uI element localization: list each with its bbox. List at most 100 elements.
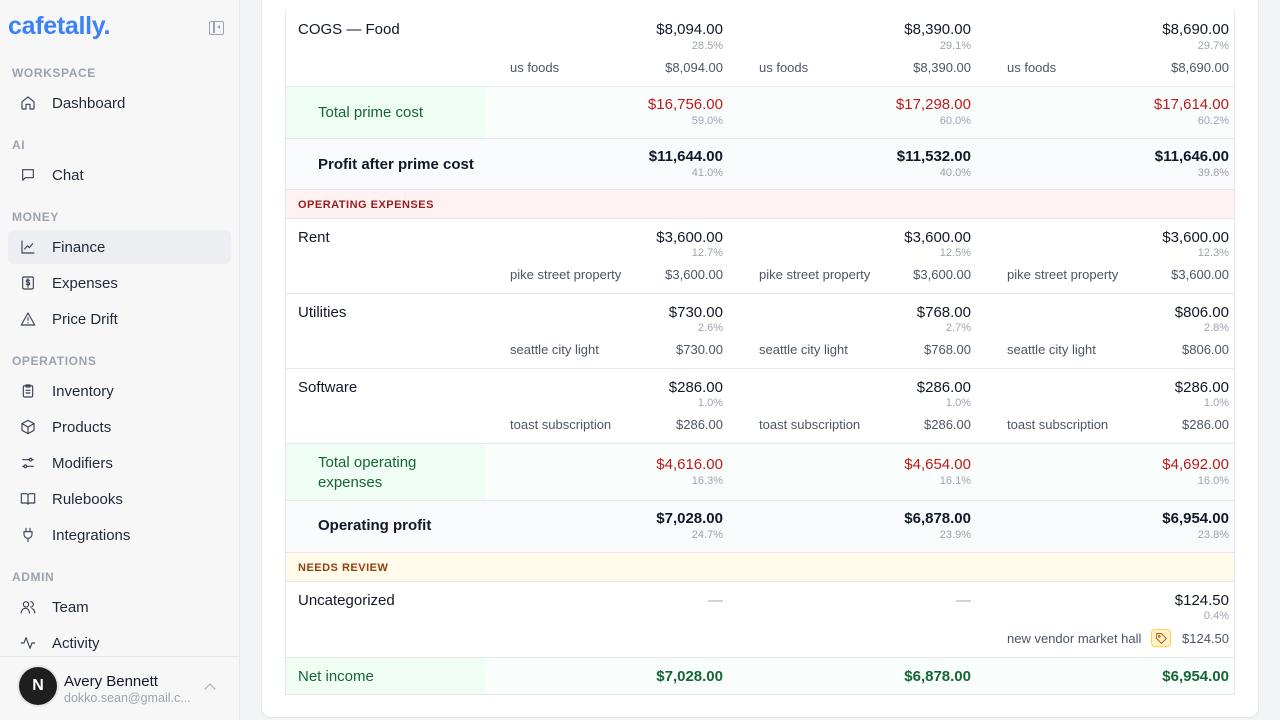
pct-col-1: 59.0% (691, 115, 723, 127)
book-icon (20, 493, 36, 505)
amount-col-2: $8,390.00 (904, 21, 971, 38)
table-row-cogs-food: COGS — Food $8,094.00 28.5% $8,390.00 29… (286, 11, 1234, 87)
row-label-line1: Total operating (318, 454, 417, 471)
pct-col-2: 60.0% (939, 115, 971, 127)
vendor-name: pike street property (510, 267, 622, 282)
vendor-name: us foods (1007, 60, 1057, 75)
section-label-ai: AI (12, 138, 26, 152)
vendor-name: new vendor market hall (1007, 631, 1142, 646)
amount-col-3: $124.50 (1174, 592, 1229, 609)
pnl-table: COGS — Food $8,094.00 28.5% $8,390.00 29… (285, 11, 1235, 695)
sidebar-item-expenses[interactable]: Expenses (8, 266, 231, 300)
sidebar-item-label: Price Drift (52, 310, 118, 328)
sidebar-item-label: Activity (52, 634, 100, 652)
table-row-uncategorized: Uncategorized — — $124.50 0.4% new vendo… (286, 582, 1234, 658)
sidebar-item-team[interactable]: Team (8, 590, 231, 624)
collapse-sidebar-icon[interactable] (209, 21, 224, 35)
user-menu[interactable]: N Avery Bennett dokko.sean@gmail.c... (0, 656, 239, 720)
home-icon (21, 96, 35, 110)
avatar: N (19, 667, 57, 705)
warning-triangle-icon (20, 312, 36, 326)
pct-col-3: 12.3% (1197, 247, 1229, 259)
sidebar-item-label: Dashboard (52, 94, 126, 112)
vendor-name: pike street property (759, 267, 871, 282)
sidebar-item-label: Team (52, 598, 89, 616)
sidebar-item-label: Rulebooks (52, 490, 123, 508)
row-label: Uncategorized (298, 592, 395, 609)
sidebar-item-products[interactable]: Products (8, 410, 231, 444)
pct-col-2: 23.9% (939, 529, 971, 541)
sidebar-item-label: Integrations (52, 526, 131, 544)
user-name: Avery Bennett (64, 673, 158, 690)
row-label: Operating profit (318, 517, 432, 534)
sidebar-item-label: Inventory (52, 382, 114, 400)
table-row-rent: Rent $3,600.00 12.7% $3,600.00 12.5% $3,… (286, 219, 1234, 294)
table-row-total-prime-cost: Total prime cost $16,756.00 59.0% $17,29… (286, 87, 1234, 139)
amount-col-1: $7,028.00 (656, 668, 723, 685)
sidebar-item-label: Modifiers (52, 454, 113, 472)
box-icon (21, 419, 35, 435)
sidebar-item-label: Finance (52, 238, 106, 256)
row-label: Total prime cost (318, 104, 424, 121)
amount-col-2: $17,298.00 (895, 96, 971, 113)
vendor-amount: $3,600.00 (1171, 267, 1229, 282)
amount-col-1: $8,094.00 (656, 21, 723, 38)
vendor-amount: $8,690.00 (1171, 60, 1229, 75)
amount-col-1: $286.00 (668, 379, 723, 396)
amount-col-2: $286.00 (916, 379, 971, 396)
sidebar-item-finance[interactable]: Finance (8, 230, 231, 264)
table-row-utilities: Utilities $730.00 2.6% $768.00 2.7% $806… (286, 294, 1234, 369)
amount-col-3: $286.00 (1174, 379, 1229, 396)
sidebar-item-dashboard[interactable]: Dashboard (8, 86, 231, 120)
section-header-operating-expenses: OPERATING EXPENSES (286, 190, 1234, 219)
pct-col-2: 12.5% (939, 247, 971, 259)
sidebar-item-modifiers[interactable]: Modifiers (8, 446, 231, 480)
row-label: Rent (298, 229, 330, 246)
row-label: Net income (298, 668, 374, 685)
pct-col-2: 16.1% (939, 475, 971, 487)
sidebar-item-integrations[interactable]: Integrations (8, 518, 231, 552)
table-row-operating-profit: Operating profit $7,028.00 24.7% $6,878.… (286, 501, 1234, 553)
vendor-name: seattle city light (1007, 342, 1096, 357)
chart-line-icon (21, 240, 35, 254)
pct-col-2: 40.0% (939, 167, 971, 179)
pct-col-3: 16.0% (1197, 475, 1229, 487)
brand-logo[interactable]: cafetally. (8, 12, 110, 41)
row-label: COGS — Food (298, 21, 400, 38)
sidebar-item-chat[interactable]: Chat (8, 158, 231, 192)
amount-col-2: $11,532.00 (896, 148, 971, 165)
vendor-amount: $124.50 (1182, 631, 1229, 646)
sidebar-item-activity[interactable]: Activity (8, 626, 231, 660)
sidebar-item-label: Expenses (52, 274, 118, 292)
pct-col-1: 41.0% (691, 167, 723, 179)
table-row-software: Software $286.00 1.0% $286.00 1.0% $286.… (286, 369, 1234, 444)
vendor-name: us foods (510, 60, 560, 75)
sidebar-item-price-drift[interactable]: Price Drift (8, 302, 231, 336)
user-email: dokko.sean@gmail.c... (64, 691, 191, 705)
vendor-amount: $8,094.00 (665, 60, 723, 75)
vendor-amount: $286.00 (676, 417, 723, 432)
pct-col-1: 1.0% (697, 397, 723, 409)
vendor-name: toast subscription (1007, 417, 1109, 432)
table-row-total-operating-expenses: Total operating expenses $4,616.00 16.3%… (286, 444, 1234, 501)
vendor-name: seattle city light (759, 342, 848, 357)
amount-col-1: $3,600.00 (656, 229, 723, 246)
vendor-amount: $768.00 (924, 342, 971, 357)
pct-col-3: 60.2% (1197, 115, 1229, 127)
vendor-name: toast subscription (510, 417, 612, 432)
pct-col-2: 2.7% (945, 322, 971, 334)
amount-col-2: $6,878.00 (904, 510, 971, 527)
sidebar-item-inventory[interactable]: Inventory (8, 374, 231, 408)
sidebar-item-rulebooks[interactable]: Rulebooks (8, 482, 231, 516)
amount-col-2: — (956, 592, 971, 609)
pct-col-1: 28.5% (691, 40, 723, 52)
row-label-line2: expenses (318, 474, 383, 491)
section-label-admin: ADMIN (12, 570, 55, 584)
vendor-amount: $286.00 (1182, 417, 1229, 432)
section-label-operations: OPERATIONS (12, 354, 97, 368)
amount-col-1: — (708, 592, 723, 609)
sidebar-item-label: Chat (52, 166, 84, 184)
pct-col-3: 23.8% (1197, 529, 1229, 541)
vendor-amount: $3,600.00 (665, 267, 723, 282)
row-label: Profit after prime cost (318, 156, 474, 173)
